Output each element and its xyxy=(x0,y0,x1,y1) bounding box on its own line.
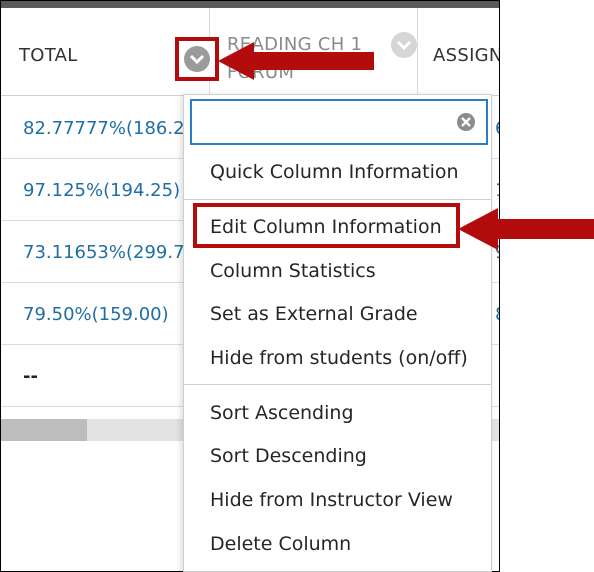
edit-column-highlight-box xyxy=(193,203,460,248)
grade-cell[interactable]: 6 xyxy=(495,118,499,139)
grade-cell[interactable]: 8 xyxy=(495,304,499,325)
menu-item-delete-column[interactable]: Delete Column xyxy=(210,533,351,555)
column-header-assign[interactable]: ASSIGN xyxy=(433,45,499,66)
menu-item-hide-from-instructor-view[interactable]: Hide from Instructor View xyxy=(210,489,453,511)
menu-item-sort-ascending[interactable]: Sort Ascending xyxy=(210,402,354,424)
menu-item-hide-from-students[interactable]: Hide from students (on/off) xyxy=(210,347,468,369)
menu-item-column-statistics[interactable]: Column Statistics xyxy=(210,260,376,282)
top-border-bar xyxy=(1,1,499,8)
reading-column-menu-button[interactable] xyxy=(391,32,417,58)
total-grade-link[interactable]: 82.77777%(186.25 xyxy=(23,118,196,139)
callout-arrow-icon xyxy=(458,208,594,250)
menu-divider xyxy=(184,384,491,385)
menu-search-box xyxy=(190,99,488,145)
total-grade-link[interactable]: 79.50%(159.00) xyxy=(23,304,169,325)
column-header-total[interactable]: TOTAL xyxy=(19,45,78,66)
chevron-down-icon xyxy=(391,32,417,58)
callout-arrow-icon xyxy=(218,42,374,80)
total-grade-link[interactable]: 97.125%(194.25) xyxy=(23,180,180,201)
total-grade-empty: -- xyxy=(23,366,38,387)
grade-cell[interactable]: 1 xyxy=(495,180,499,201)
total-column-menu-button[interactable] xyxy=(175,37,219,81)
scrollbar-thumb[interactable] xyxy=(1,419,87,441)
column-context-menu: Quick Column Information Edit Column Inf… xyxy=(183,94,492,572)
total-grade-link[interactable]: 73.11653%(299.77 xyxy=(23,242,196,263)
menu-divider xyxy=(184,199,491,200)
chevron-down-icon xyxy=(184,46,210,72)
menu-item-sort-descending[interactable]: Sort Descending xyxy=(210,445,367,467)
clear-x-icon[interactable] xyxy=(456,112,476,132)
column-divider xyxy=(417,8,418,96)
menu-item-set-as-external-grade[interactable]: Set as External Grade xyxy=(210,303,418,325)
menu-item-quick-column-information[interactable]: Quick Column Information xyxy=(210,161,459,183)
menu-search-input[interactable] xyxy=(198,107,448,137)
